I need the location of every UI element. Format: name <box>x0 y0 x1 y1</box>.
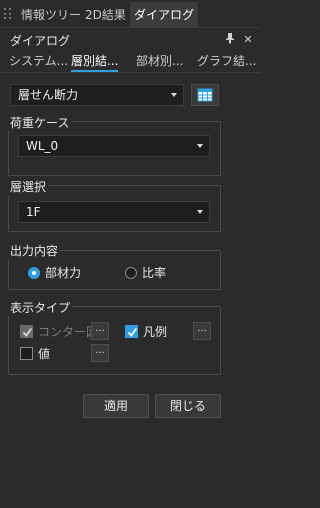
tab-divider <box>0 72 260 73</box>
checkbox-box <box>125 325 138 338</box>
result-type-select[interactable]: 層せん断力 <box>10 84 184 106</box>
legend-checkbox[interactable]: 凡例 <box>125 324 175 340</box>
document-tab-bar: 情報ツリー 2D結果 ダイアログ <box>0 0 260 28</box>
checkbox-box <box>20 325 33 338</box>
radio-dot <box>125 267 137 279</box>
panel-title: ダイアログ <box>10 34 71 48</box>
chevron-down-icon <box>197 210 203 214</box>
radio-ratio-label: 比率 <box>142 266 167 280</box>
tab-graph-results[interactable]: グラフ結... <box>197 52 256 72</box>
tab-system[interactable]: システム... <box>9 52 68 72</box>
chevron-down-icon <box>197 144 203 148</box>
radio-ratio[interactable]: 比率 <box>125 265 185 281</box>
value-options-button[interactable]: ... <box>91 344 109 362</box>
load-case-label: 荷重ケース <box>8 114 72 131</box>
drag-grip-icon[interactable] <box>4 8 12 20</box>
panel-header: ダイアログ ✕ <box>0 30 260 50</box>
contour-label: コンター図 <box>38 325 99 339</box>
display-type-label: 表示タイプ <box>8 299 73 316</box>
close-icon[interactable]: ✕ <box>241 32 255 48</box>
load-case-value: WL_0 <box>26 139 59 153</box>
close-button[interactable]: 閉じる <box>155 394 221 418</box>
chevron-down-icon <box>171 93 177 97</box>
tab-dialog[interactable]: ダイアログ <box>130 2 199 28</box>
result-tab-bar: システム... 層別結... 部材別... グラフ結... <box>0 52 260 73</box>
tab-2d-results[interactable]: 2D結果 <box>81 2 130 28</box>
radio-dot <box>28 267 40 279</box>
legend-options-button[interactable]: ... <box>193 322 211 340</box>
contour-checkbox[interactable]: コンター図 <box>20 324 98 340</box>
floor-label: 層選択 <box>8 178 49 195</box>
load-case-select[interactable]: WL_0 <box>18 135 210 157</box>
apply-button[interactable]: 適用 <box>83 394 149 418</box>
floor-select[interactable]: 1F <box>18 201 210 223</box>
table-icon <box>197 88 213 102</box>
tab-info-tree[interactable]: 情報ツリー <box>17 2 85 28</box>
display-type-group <box>8 306 221 375</box>
pin-icon[interactable] <box>223 32 237 48</box>
value-checkbox[interactable]: 値 <box>20 346 60 362</box>
value-label: 値 <box>38 347 51 361</box>
tab-member-results[interactable]: 部材別... <box>136 52 183 72</box>
radio-member-force[interactable]: 部材力 <box>28 265 108 281</box>
output-label: 出力内容 <box>8 242 61 259</box>
table-button[interactable] <box>191 84 219 106</box>
tab-story-results[interactable]: 層別結... <box>71 52 119 72</box>
result-type-value: 層せん断力 <box>18 88 79 102</box>
floor-value: 1F <box>26 205 41 219</box>
radio-member-force-label: 部材力 <box>45 266 82 280</box>
checkbox-box <box>20 347 33 360</box>
legend-label: 凡例 <box>143 325 168 339</box>
contour-options-button[interactable]: ... <box>91 322 109 340</box>
